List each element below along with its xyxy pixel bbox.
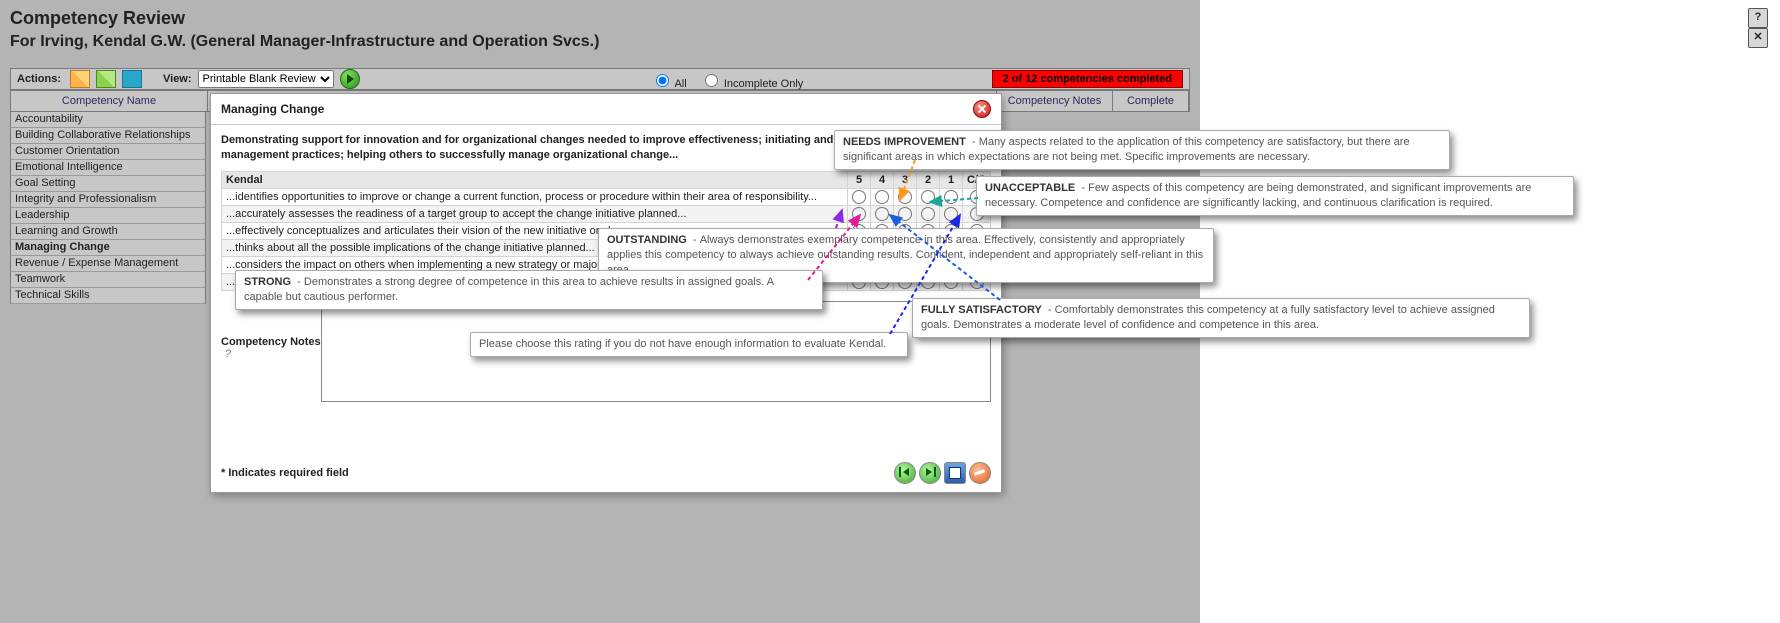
competency-row[interactable]: Accountability xyxy=(10,112,206,128)
callout-strong: STRONG - Demonstrates a strong degree of… xyxy=(235,270,823,310)
rating-radio[interactable] xyxy=(944,190,958,204)
behavior-row: ...identifies opportunities to improve o… xyxy=(222,188,991,205)
rating-header-3: 3 xyxy=(894,171,917,188)
modal-title: Managing Change xyxy=(221,102,973,116)
rating-radio[interactable] xyxy=(875,190,889,204)
rating-cell xyxy=(894,188,917,205)
rating-cell xyxy=(917,188,940,205)
rating-header-5: 5 xyxy=(848,171,871,188)
notes-help-icon[interactable]: ? xyxy=(225,348,231,360)
rating-cell xyxy=(871,205,894,222)
view-go-button[interactable] xyxy=(340,69,360,89)
modal-close-button[interactable] xyxy=(973,100,991,118)
edit-all-icon[interactable] xyxy=(96,70,116,88)
rating-cell xyxy=(894,205,917,222)
print-icon[interactable] xyxy=(122,70,142,88)
behavior-text: ...accurately assesses the readiness of … xyxy=(222,205,848,222)
ratee-name-header: Kendal xyxy=(222,171,848,188)
rating-radio[interactable] xyxy=(852,190,866,204)
competency-notes-label-text: Competency Notes xyxy=(221,336,321,348)
competency-row[interactable]: Emotional Intelligence xyxy=(10,160,206,176)
rating-radio[interactable] xyxy=(875,207,889,221)
rating-cell xyxy=(848,205,871,222)
col-header-complete: Complete xyxy=(1113,91,1189,111)
callout-unacceptable: UNACCEPTABLE - Few aspects of this compe… xyxy=(976,176,1574,216)
rating-radio[interactable] xyxy=(852,207,866,221)
save-button[interactable] xyxy=(944,462,966,484)
rating-cell xyxy=(940,188,963,205)
col-header-name: Competency Name xyxy=(11,91,208,111)
rating-radio[interactable] xyxy=(898,207,912,221)
callout-unacceptable-title: UNACCEPTABLE xyxy=(985,182,1075,194)
callout-strong-title: STRONG xyxy=(244,276,291,288)
col-header-notes: Competency Notes xyxy=(997,91,1113,111)
filter-incomplete-option[interactable]: Incomplete Only xyxy=(700,78,804,90)
rating-radio[interactable] xyxy=(898,190,912,204)
rating-cell xyxy=(848,188,871,205)
callout-needs-improvement-title: NEEDS IMPROVEMENT xyxy=(843,136,966,148)
toolbar: Actions: View: Printable Blank Review Al… xyxy=(10,68,1190,90)
behavior-row: ...accurately assesses the readiness of … xyxy=(222,205,991,222)
competency-row[interactable]: Leadership xyxy=(10,208,206,224)
actions-label: Actions: xyxy=(11,73,67,85)
rating-radio[interactable] xyxy=(921,207,935,221)
callout-outstanding-title: OUTSTANDING xyxy=(607,234,687,246)
modal-footer: * Indicates required field xyxy=(221,462,991,484)
rating-cell xyxy=(871,188,894,205)
competency-row[interactable]: Revenue / Expense Management xyxy=(10,256,206,272)
required-field-note: * Indicates required field xyxy=(221,467,891,479)
page-title: Competency Review xyxy=(10,8,1190,29)
competency-row[interactable]: Managing Change xyxy=(10,240,206,256)
view-select[interactable]: Printable Blank Review xyxy=(198,70,334,88)
cancel-button[interactable] xyxy=(969,462,991,484)
help-button[interactable]: ? xyxy=(1748,8,1768,28)
callout-cc: Please choose this rating if you do not … xyxy=(470,332,908,357)
competency-row[interactable]: Integrity and Professionalism xyxy=(10,192,206,208)
modal-header: Managing Change xyxy=(211,94,1001,125)
page-header: Competency Review For Irving, Kendal G.W… xyxy=(10,8,1190,51)
filter-all-option[interactable]: All xyxy=(651,78,687,90)
view-label: View: xyxy=(157,73,198,85)
rating-radio[interactable] xyxy=(944,207,958,221)
rating-header-4: 4 xyxy=(871,171,894,188)
window-controls: ? ✕ xyxy=(1718,8,1768,48)
competency-row[interactable]: Learning and Growth xyxy=(10,224,206,240)
competency-row[interactable]: Customer Orientation xyxy=(10,144,206,160)
rating-cell xyxy=(917,205,940,222)
competency-row[interactable]: Teamwork xyxy=(10,272,206,288)
rating-header-1: 1 xyxy=(940,171,963,188)
callout-fully-satisfactory-title: FULLY SATISFACTORY xyxy=(921,304,1042,316)
next-competency-button[interactable] xyxy=(919,462,941,484)
callout-needs-improvement: NEEDS IMPROVEMENT - Many aspects related… xyxy=(834,130,1450,170)
rating-header-2: 2 xyxy=(917,171,940,188)
callout-cc-body: Please choose this rating if you do not … xyxy=(479,338,886,350)
callout-strong-body: Demonstrates a strong degree of competen… xyxy=(244,276,774,303)
competency-row[interactable]: Technical Skills xyxy=(10,288,206,304)
page-subtitle: For Irving, Kendal G.W. (General Manager… xyxy=(10,33,1190,51)
filter-all-label: All xyxy=(674,78,686,90)
competency-row[interactable]: Building Collaborative Relationships xyxy=(10,128,206,144)
filter-group: All Incomplete Only xyxy=(651,71,813,90)
callout-fully-satisfactory: FULLY SATISFACTORY - Comfortably demonst… xyxy=(912,298,1530,338)
competency-list: AccountabilityBuilding Collaborative Rel… xyxy=(10,112,206,304)
rating-radio[interactable] xyxy=(921,190,935,204)
rating-cell xyxy=(940,205,963,222)
edit-single-icon[interactable] xyxy=(70,70,90,88)
competency-row[interactable]: Goal Setting xyxy=(10,176,206,192)
close-window-button[interactable]: ✕ xyxy=(1748,28,1768,48)
filter-incomplete-label: Incomplete Only xyxy=(724,78,803,90)
progress-badge: 2 of 12 competencies completed xyxy=(992,70,1183,88)
prev-competency-button[interactable] xyxy=(894,462,916,484)
behavior-text: ...identifies opportunities to improve o… xyxy=(222,188,848,205)
